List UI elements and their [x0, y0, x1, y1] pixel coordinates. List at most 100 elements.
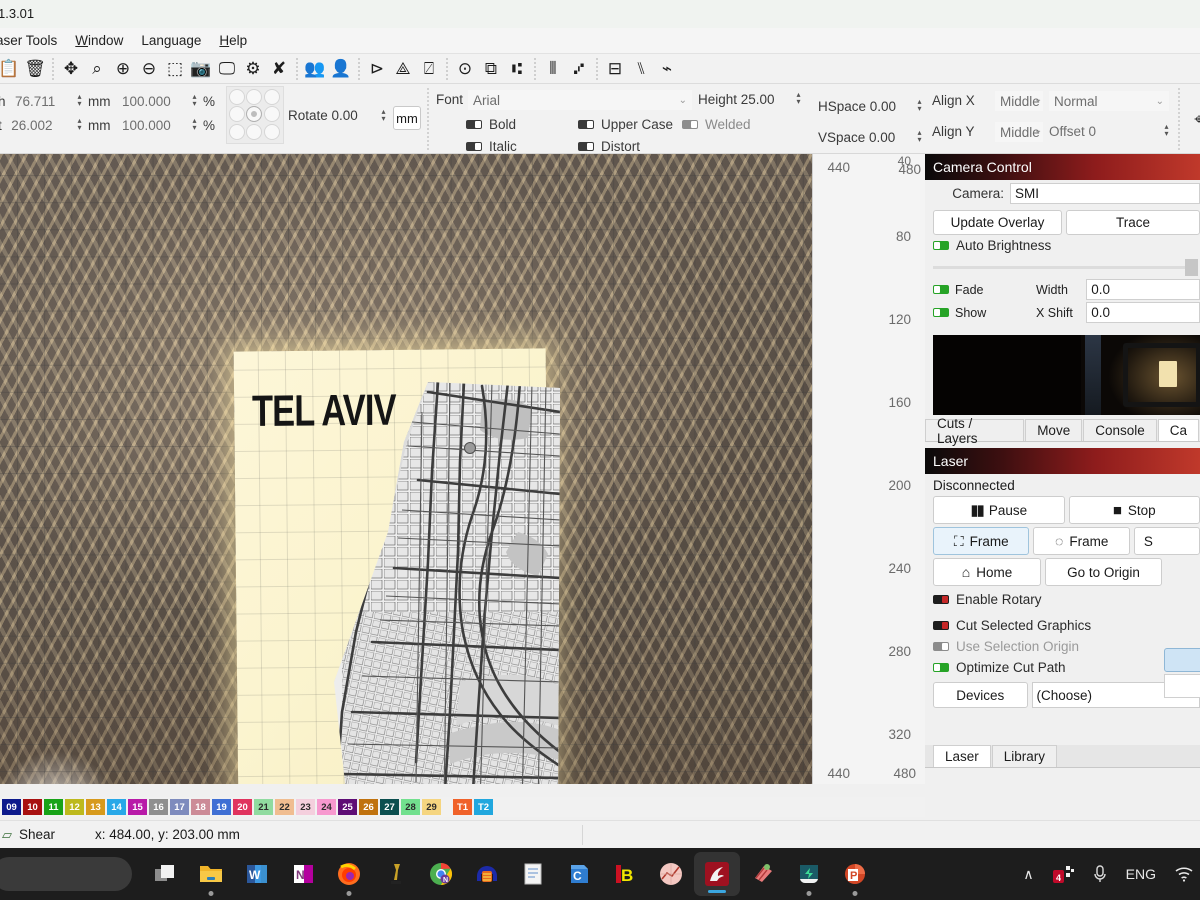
- optimize-cut-path-toggle[interactable]: Optimize Cut Path: [925, 657, 1200, 678]
- settings-icon[interactable]: ⚙: [240, 56, 266, 82]
- taskbar-chrome[interactable]: N: [418, 848, 464, 900]
- camera-select[interactable]: SMI: [1010, 183, 1200, 204]
- camera-preview[interactable]: [933, 335, 1200, 415]
- anchor-top-left[interactable]: [229, 89, 245, 105]
- pause-button[interactable]: ▮▮ Pause: [933, 496, 1065, 524]
- palette-swatch[interactable]: 28: [401, 799, 420, 815]
- taskbar-onenote[interactable]: N: [280, 848, 326, 900]
- origin-selector-box[interactable]: [1164, 648, 1200, 672]
- palette-swatch[interactable]: 21: [254, 799, 273, 815]
- rotate-field[interactable]: Rotate 0.00: [288, 108, 358, 123]
- tab-cuts-layers[interactable]: Cuts / Layers: [925, 416, 1025, 446]
- tab-move[interactable]: Move: [1025, 419, 1083, 441]
- paste-icon[interactable]: 📋: [0, 56, 22, 82]
- marquee-select-icon[interactable]: ⬚: [162, 56, 188, 82]
- scale-x-value[interactable]: 100.000: [122, 94, 171, 109]
- set-origin-icon[interactable]: ⌖: [1186, 106, 1200, 132]
- palette-swatch[interactable]: 18: [191, 799, 210, 815]
- scale-x-spinner[interactable]: ▴ ▾: [189, 93, 200, 108]
- align-objects-icon[interactable]: ⧉: [478, 56, 504, 82]
- frame-rect-button[interactable]: ⛶ Frame: [933, 527, 1030, 555]
- node-edit-icon[interactable]: ⌁: [654, 56, 680, 82]
- width-value[interactable]: 76.711: [15, 94, 55, 109]
- array-icon[interactable]: ⊟: [602, 56, 628, 82]
- distort-toggle[interactable]: Distort: [578, 139, 640, 154]
- rotate-icon[interactable]: ⍁: [416, 56, 442, 82]
- offset-field[interactable]: Offset 0: [1049, 124, 1096, 139]
- ruler-vertical-right[interactable]: 480 40 80 120 160 200 240 280 320 480: [854, 154, 925, 784]
- hspace-spinner[interactable]: ▴ ▾: [914, 98, 925, 113]
- enable-rotary-toggle[interactable]: Enable Rotary: [925, 589, 1200, 610]
- palette-swatch[interactable]: 24: [317, 799, 336, 815]
- palette-swatch[interactable]: 11: [44, 799, 63, 815]
- width-spinner[interactable]: ▴ ▾: [74, 93, 85, 108]
- tab-library[interactable]: Library: [991, 745, 1058, 767]
- height-value[interactable]: 26.002: [11, 118, 52, 133]
- auto-brightness-toggle[interactable]: Auto Brightness: [925, 235, 1200, 256]
- taskbar-powerpoint[interactable]: P: [832, 848, 878, 900]
- anchor-bottom-left[interactable]: [229, 123, 245, 140]
- trash-icon[interactable]: 🗑: [22, 56, 48, 82]
- save-button[interactable]: S: [1133, 527, 1200, 555]
- anchor-point-grid-visible[interactable]: [226, 86, 284, 144]
- font-height-field[interactable]: Height 25.00: [698, 92, 775, 107]
- palette-swatch[interactable]: 19: [212, 799, 231, 815]
- scale-y-spinner[interactable]: ▴ ▾: [189, 117, 200, 132]
- update-overlay-button[interactable]: Update Overlay: [933, 210, 1062, 235]
- anchor-top-center[interactable]: [246, 89, 263, 105]
- group-icon[interactable]: 👥: [302, 56, 328, 82]
- tab-laser[interactable]: Laser: [933, 745, 991, 767]
- shear-label[interactable]: Shear: [19, 827, 55, 842]
- palette-swatch[interactable]: 15: [128, 799, 147, 815]
- weld-icon[interactable]: ⫴: [540, 56, 566, 82]
- italic-toggle[interactable]: Italic: [466, 139, 517, 154]
- tab-camera[interactable]: Ca: [1157, 419, 1199, 441]
- vspace-field[interactable]: VSpace 0.00: [818, 130, 895, 145]
- width-field-group[interactable]: h 76.711: [0, 94, 55, 109]
- unit-toggle-button[interactable]: mm: [393, 106, 421, 130]
- palette-swatch[interactable]: 16: [149, 799, 168, 815]
- tray-wifi-icon[interactable]: [1165, 848, 1200, 900]
- align-center-icon[interactable]: ⊙: [452, 56, 478, 82]
- taskbar-task-view[interactable]: [142, 848, 188, 900]
- move-icon[interactable]: ✥: [58, 56, 84, 82]
- tab-console[interactable]: Console: [1083, 419, 1157, 441]
- trace-button[interactable]: Trace: [1066, 210, 1200, 235]
- bold-toggle[interactable]: Bold: [466, 117, 516, 132]
- chevron-down-icon[interactable]: ⌄: [1034, 94, 1042, 105]
- tray-language[interactable]: ENG: [1117, 848, 1165, 900]
- menu-item-laser-tools[interactable]: aser Tools: [0, 31, 66, 50]
- vspace-spinner[interactable]: ▴ ▾: [914, 129, 925, 144]
- go-to-origin-button[interactable]: Go to Origin: [1045, 558, 1162, 586]
- upper-case-toggle[interactable]: Upper Case: [578, 117, 673, 132]
- anchor-bottom-right[interactable]: [263, 123, 280, 140]
- taskbar-search-pill[interactable]: [0, 857, 132, 891]
- height-spinner[interactable]: ▴ ▾: [74, 117, 85, 132]
- palette-tool-swatch[interactable]: T2: [474, 799, 493, 815]
- tray-notification-badge[interactable]: 4: [1043, 848, 1083, 900]
- palette-swatch[interactable]: 23: [296, 799, 315, 815]
- fade-width-input[interactable]: 0.0: [1086, 279, 1200, 300]
- palette-swatch[interactable]: 29: [422, 799, 441, 815]
- taskbar-graph-app[interactable]: [648, 848, 694, 900]
- anchor-top-right[interactable]: [263, 89, 280, 105]
- rotate-spinner[interactable]: ▴ ▾: [378, 108, 389, 123]
- taskbar-wondershare[interactable]: [786, 848, 832, 900]
- x-shift-input[interactable]: 0.0: [1086, 302, 1200, 323]
- frame-round-button[interactable]: ◌ Frame: [1033, 527, 1130, 555]
- mirror-icon[interactable]: ⟁: [390, 56, 416, 82]
- taskbar-notepad[interactable]: [510, 848, 556, 900]
- chevron-down-icon[interactable]: ⌄: [1034, 125, 1042, 136]
- taskbar-lightburn[interactable]: [694, 852, 740, 896]
- camera-icon[interactable]: 📷: [188, 56, 214, 82]
- palette-swatch[interactable]: 20: [233, 799, 252, 815]
- text-shape-select[interactable]: Normal ⌄: [1049, 91, 1169, 111]
- menu-item-help[interactable]: Help: [210, 31, 256, 50]
- cut-selected-graphics-toggle[interactable]: Cut Selected Graphics: [925, 615, 1200, 636]
- zoom-out-icon[interactable]: ⊖: [136, 56, 162, 82]
- scale-y-value[interactable]: 100.000: [122, 118, 171, 133]
- taskbar-headphones-app[interactable]: [464, 848, 510, 900]
- welded-toggle[interactable]: Welded: [682, 117, 751, 132]
- palette-swatch[interactable]: 14: [107, 799, 126, 815]
- taskbar-file-explorer[interactable]: [188, 848, 234, 900]
